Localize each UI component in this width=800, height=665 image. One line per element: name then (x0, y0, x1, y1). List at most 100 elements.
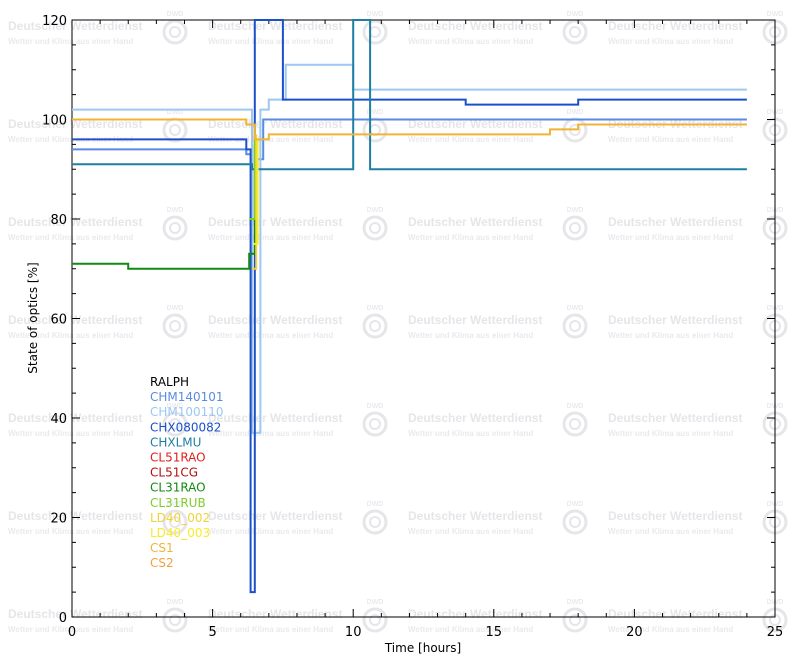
svg-text:DWD: DWD (367, 207, 384, 214)
svg-text:Wetter und Klima aus einer Han: Wetter und Klima aus einer Hand (408, 429, 533, 438)
x-tick-label: 20 (626, 625, 643, 640)
watermark-logo (362, 19, 388, 45)
watermark-logo (362, 509, 388, 535)
svg-text:DWD: DWD (367, 599, 384, 606)
svg-text:Wetter und Klima aus einer Han: Wetter und Klima aus einer Hand (8, 37, 133, 46)
watermark-logo (562, 607, 588, 633)
watermark-tile: Deutscher WetterdienstWetter und Klima a… (608, 11, 788, 46)
svg-text:Deutscher Wetterdienst: Deutscher Wetterdienst (8, 607, 142, 621)
x-tick-label: 10 (345, 625, 362, 640)
svg-text:DWD: DWD (567, 109, 584, 116)
watermark-logo (362, 215, 388, 241)
svg-text:DWD: DWD (167, 599, 184, 606)
svg-text:Deutscher Wetterdienst: Deutscher Wetterdienst (608, 607, 742, 621)
watermark: Deutscher Wetterdienst Wetter und Klima a… (8, 11, 788, 634)
svg-text:Wetter und Klima aus einer Han: Wetter und Klima aus einer Hand (608, 331, 733, 340)
watermark-tile: Deutscher Wetterdienst Wetter und Klima a… (608, 501, 788, 536)
svg-text:Wetter und Klima aus einer Han: Wetter und Klima aus einer Hand (208, 625, 333, 634)
svg-text:DWD: DWD (367, 11, 384, 18)
svg-text:Deutscher Wetterdienst: Deutscher Wetterdienst (608, 411, 742, 425)
svg-text:Deutscher Wetterdienst: Deutscher Wetterdienst (208, 411, 342, 425)
x-axis-label: Time [hours] (384, 641, 461, 655)
x-tick-label: 5 (208, 625, 216, 640)
svg-text:DWD: DWD (567, 207, 584, 214)
y-tick-label: 0 (59, 611, 67, 626)
svg-text:Wetter und Klima aus einer Han: Wetter und Klima aus einer Hand (608, 233, 733, 242)
legend-entry: CHM140101 (150, 390, 224, 404)
legend-entry: LD40_002 (150, 511, 210, 525)
watermark-logo (362, 411, 388, 437)
svg-text:DWD: DWD (567, 501, 584, 508)
watermark-logo (162, 607, 188, 633)
watermark-logo (162, 313, 188, 339)
svg-text:Deutscher Wetterdienst: Deutscher Wetterdienst (208, 19, 342, 33)
svg-text:Wetter und Klima aus einer Han: Wetter und Klima aus einer Hand (408, 625, 533, 634)
watermark-tile: Deutscher Wetterdienst Wetter und Klima a… (208, 207, 388, 242)
svg-text:Wetter und Klima aus einer Han: Wetter und Klima aus einer Hand (408, 233, 533, 242)
x-tick-label: 15 (486, 625, 503, 640)
svg-text:DWD: DWD (567, 403, 584, 410)
svg-text:Wetter und Klima aus einer Han: Wetter und Klima aus einer Hand (408, 135, 533, 144)
svg-text:Wetter und Klima aus einer Han: Wetter und Klima aus einer Hand (8, 429, 133, 438)
svg-text:Deutscher Wetterdienst: Deutscher Wetterdienst (408, 411, 542, 425)
x-tick-label: 25 (767, 625, 784, 640)
svg-text:Deutscher Wetterdienst: Deutscher Wetterdienst (208, 215, 342, 229)
legend-entry: CL31RAO (150, 481, 206, 495)
legend-entry: CHX080082 (150, 420, 221, 434)
y-tick-label: 100 (42, 114, 67, 129)
watermark-logo (562, 411, 588, 437)
svg-text:Wetter und Klima aus einer Han: Wetter und Klima aus einer Hand (8, 527, 133, 536)
svg-text:Wetter und Klima aus einer Han: Wetter und Klima aus einer Hand (608, 527, 733, 536)
legend-entry: CHXLMU (150, 435, 201, 449)
svg-text:Deutscher Wetterdienst: Deutscher Wetterdienst (608, 215, 742, 229)
legend-entry: CHM100110 (150, 405, 224, 419)
watermark-tile: Deutscher Wetterdienst Wetter und Klima a… (608, 207, 788, 242)
svg-text:DWD: DWD (167, 11, 184, 18)
watermark-tile: Deutscher WetterdienstWetter und Klima a… (208, 305, 388, 340)
watermark-tile: Deutscher WetterdienstWetter und Klima a… (8, 207, 188, 242)
svg-text:Wetter und Klima aus einer Han: Wetter und Klima aus einer Hand (208, 331, 333, 340)
watermark-logo (162, 117, 188, 143)
watermark-tile: Deutscher WetterdienstWetter und Klima a… (408, 305, 588, 340)
legend-entry: CL51RAO (150, 451, 206, 465)
watermark-tile: Deutscher Wetterdienst Wetter und Klima a… (8, 11, 188, 46)
svg-text:Wetter und Klima aus einer Han: Wetter und Klima aus einer Hand (208, 527, 333, 536)
svg-text:DWD: DWD (567, 599, 584, 606)
chart: Deutscher Wetterdienst Wetter und Klima a… (8, 11, 788, 655)
y-axis-label: State of optics [%] (26, 262, 40, 373)
svg-text:Deutscher Wetterdienst: Deutscher Wetterdienst (208, 607, 342, 621)
watermark-tile: Deutscher WetterdienstWetter und Klima a… (208, 11, 388, 46)
svg-text:Wetter und Klima aus einer Han: Wetter und Klima aus einer Hand (408, 331, 533, 340)
watermark-logo (162, 19, 188, 45)
svg-text:Wetter und Klima aus einer Han: Wetter und Klima aus einer Hand (208, 233, 333, 242)
svg-text:Deutscher Wetterdienst: Deutscher Wetterdienst (608, 509, 742, 523)
svg-text:Wetter und Klima aus einer Han: Wetter und Klima aus einer Hand (608, 135, 733, 144)
watermark-logo (562, 313, 588, 339)
svg-text:Deutscher Wetterdienst: Deutscher Wetterdienst (408, 509, 542, 523)
svg-text:Deutscher Wetterdienst: Deutscher Wetterdienst (208, 509, 342, 523)
watermark-logo (562, 215, 588, 241)
x-tick-label: 0 (68, 625, 76, 640)
svg-text:DWD: DWD (767, 11, 784, 18)
svg-text:DWD: DWD (567, 305, 584, 312)
svg-text:Wetter und Klima aus einer Han: Wetter und Klima aus einer Hand (608, 37, 733, 46)
y-tick-label: 80 (50, 213, 67, 228)
svg-text:Deutscher Wetterdienst: Deutscher Wetterdienst (8, 19, 142, 33)
svg-text:Wetter und Klima aus einer Han: Wetter und Klima aus einer Hand (408, 37, 533, 46)
watermark-tile: Deutscher WetterdienstWetter und Klima a… (608, 403, 788, 438)
svg-text:DWD: DWD (167, 207, 184, 214)
svg-text:DWD: DWD (167, 305, 184, 312)
watermark-tile: Deutscher Wetterdienst Wetter und Klima a… (408, 403, 588, 438)
y-tick-label: 120 (42, 14, 67, 29)
watermark-tile: Deutscher Wetterdienst Wetter und Klima a… (208, 501, 388, 536)
y-tick-label: 20 (50, 512, 67, 527)
series-line-cl31rao (72, 144, 256, 270)
legend-entry: CL31RUB (150, 496, 206, 510)
svg-text:Wetter und Klima aus einer Han: Wetter und Klima aus einer Hand (408, 527, 533, 536)
svg-text:DWD: DWD (367, 305, 384, 312)
svg-text:Wetter und Klima aus einer Han: Wetter und Klima aus einer Hand (208, 429, 333, 438)
svg-text:Deutscher Wetterdienst: Deutscher Wetterdienst (408, 215, 542, 229)
y-tick-label: 60 (50, 313, 67, 328)
legend-entry: CS1 (150, 541, 174, 555)
watermark-tile: Deutscher WetterdienstWetter und Klima a… (608, 109, 788, 144)
